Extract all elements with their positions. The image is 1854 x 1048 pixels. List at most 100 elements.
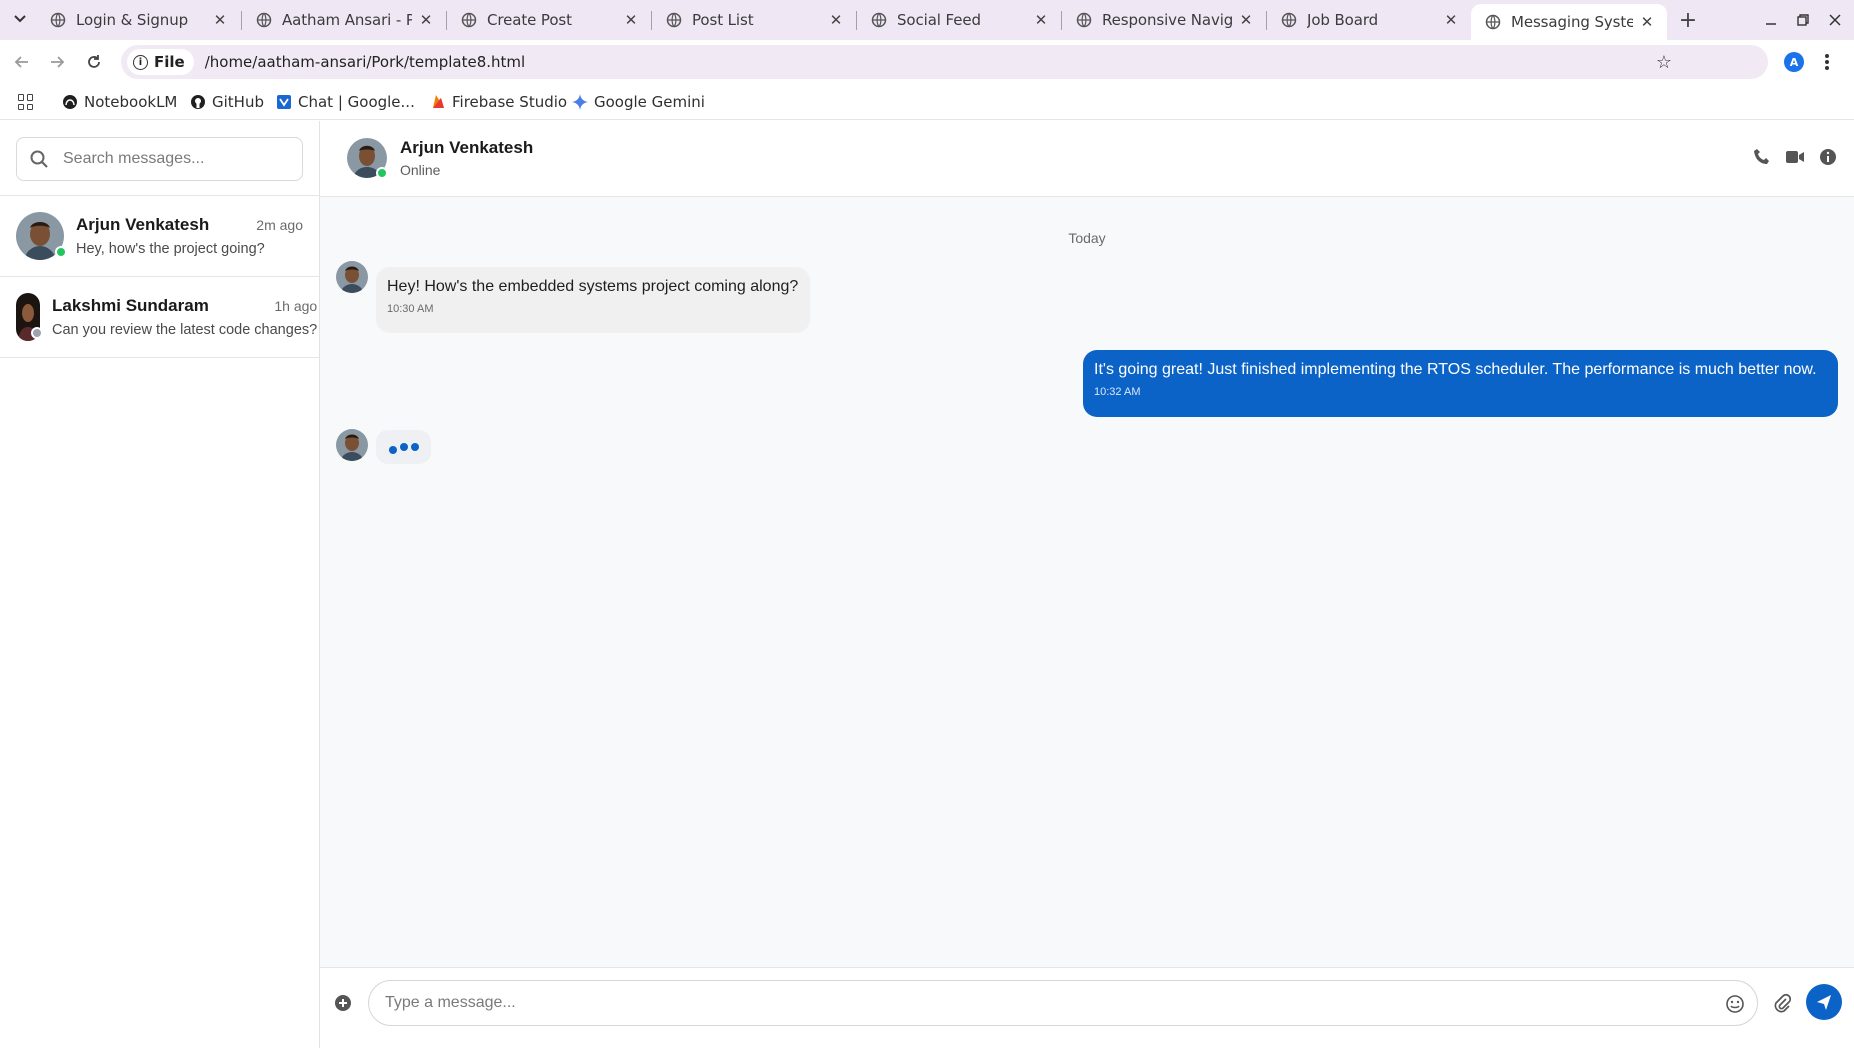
paperclip-icon[interactable] bbox=[1772, 993, 1792, 1013]
online-status-dot bbox=[376, 167, 388, 179]
chat-panel: Arjun Venkatesh Online Today Hey! How's … bbox=[320, 121, 1854, 1048]
browser-tab[interactable]: Aatham Ansari - Pro ✕ bbox=[242, 0, 446, 40]
conversation-time: 2m ago bbox=[256, 217, 303, 233]
tab-close-icon[interactable]: ✕ bbox=[418, 11, 434, 29]
incoming-message-bubble: Hey! How's the embedded systems project … bbox=[376, 267, 810, 333]
tab-close-icon[interactable]: ✕ bbox=[1033, 11, 1049, 29]
tab-close-icon[interactable]: ✕ bbox=[212, 11, 228, 29]
tab-close-icon[interactable]: ✕ bbox=[623, 11, 639, 29]
firebase-icon bbox=[430, 94, 446, 110]
tab-title: Post List bbox=[692, 11, 754, 29]
emoji-icon[interactable] bbox=[1725, 994, 1745, 1014]
bookmark-label: Chat | Google... bbox=[298, 93, 415, 111]
forward-arrow-icon[interactable] bbox=[45, 50, 69, 74]
restore-icon[interactable] bbox=[1791, 8, 1815, 32]
send-button[interactable] bbox=[1806, 984, 1842, 1020]
tab-close-icon[interactable]: ✕ bbox=[828, 11, 844, 29]
tab-title: Responsive Navigat bbox=[1102, 11, 1232, 29]
apps-grid-icon[interactable] bbox=[18, 94, 34, 110]
phone-call-icon[interactable] bbox=[1751, 146, 1773, 168]
tab-title: Social Feed bbox=[897, 11, 981, 29]
bookmark-gemini[interactable]: Google Gemini bbox=[572, 90, 705, 114]
tab-title: Job Board bbox=[1307, 11, 1379, 29]
browser-tab[interactable]: Login & Signup ✕ bbox=[36, 0, 240, 40]
site-info-chip[interactable]: i File bbox=[127, 49, 194, 75]
browser-tab[interactable]: Post List ✕ bbox=[652, 0, 856, 40]
bookmark-label: GitHub bbox=[212, 93, 264, 111]
tab-title: Login & Signup bbox=[76, 11, 189, 29]
bookmark-notebooklm[interactable]: NotebookLM bbox=[62, 90, 177, 114]
back-arrow-icon[interactable] bbox=[10, 50, 34, 74]
offline-status-dot bbox=[31, 327, 43, 339]
search-input[interactable] bbox=[63, 150, 283, 168]
day-separator: Today bbox=[1068, 230, 1106, 246]
conversation-body: Arjun Venkatesh 2m ago Hey, how's the pr… bbox=[76, 215, 319, 257]
browser-tab[interactable]: Social Feed ✕ bbox=[857, 0, 1061, 40]
globe-icon bbox=[256, 12, 272, 28]
conversation-preview: Hey, how's the project going? bbox=[76, 241, 265, 257]
add-circle-icon[interactable] bbox=[333, 993, 353, 1013]
url-text[interactable]: /home/aatham-ansari/Pork/template8.html bbox=[205, 53, 526, 71]
message-time: 10:32 AM bbox=[1094, 386, 1141, 398]
search-box[interactable] bbox=[16, 137, 303, 181]
browser-tab[interactable]: Create Post ✕ bbox=[447, 0, 651, 40]
conversation-item[interactable]: Arjun Venkatesh 2m ago Hey, how's the pr… bbox=[0, 196, 319, 277]
reload-icon[interactable] bbox=[82, 50, 106, 74]
bookmark-firebase[interactable]: Firebase Studio bbox=[430, 90, 567, 114]
send-icon bbox=[1817, 995, 1831, 1010]
browser-toolbar: i File /home/aatham-ansari/Pork/template… bbox=[0, 40, 1854, 84]
gemini-icon bbox=[572, 94, 588, 110]
conversation-time: 1h ago bbox=[274, 298, 318, 314]
info-icon[interactable] bbox=[1817, 146, 1839, 168]
chat-header: Arjun Venkatesh Online bbox=[320, 121, 1854, 197]
conversation-name: Lakshmi Sundaram bbox=[52, 296, 209, 315]
globe-icon bbox=[871, 12, 887, 28]
conversation-name: Arjun Venkatesh bbox=[76, 215, 210, 234]
tab-title: Create Post bbox=[487, 11, 572, 29]
browser-tab-active[interactable]: Messaging System ✕ bbox=[1471, 4, 1667, 40]
bookmark-label: Firebase Studio bbox=[452, 93, 568, 111]
bookmark-google-chat[interactable]: Chat | Google... bbox=[276, 90, 415, 114]
close-window-icon[interactable] bbox=[1823, 8, 1847, 32]
bookmark-github[interactable]: GitHub bbox=[190, 90, 264, 114]
profile-avatar[interactable]: A bbox=[1784, 52, 1804, 72]
tab-close-icon[interactable]: ✕ bbox=[1639, 13, 1655, 31]
message-text: It's going great! Just finished implemen… bbox=[1094, 361, 1817, 378]
bookmarks-bar: NotebookLM GitHub Chat | Google... Fireb… bbox=[0, 84, 1854, 120]
contact-name: Arjun Venkatesh bbox=[400, 138, 534, 157]
tab-close-icon[interactable]: ✕ bbox=[1443, 11, 1459, 29]
browser-tabstrip: Login & Signup ✕ Aatham Ansari - Pro ✕ C… bbox=[0, 0, 1854, 40]
avatar bbox=[16, 212, 67, 260]
typing-indicator bbox=[376, 430, 431, 464]
outgoing-message-bubble: It's going great! Just finished implemen… bbox=[1083, 350, 1838, 417]
video-call-icon[interactable] bbox=[1784, 146, 1806, 168]
bookmark-star-icon[interactable]: ☆ bbox=[1656, 52, 1672, 73]
globe-icon bbox=[50, 12, 66, 28]
conversation-body: Lakshmi Sundaram 1h ago Can you review t… bbox=[52, 296, 333, 338]
browser-tab[interactable]: Responsive Navigat ✕ bbox=[1062, 0, 1266, 40]
tab-search-chevron-icon[interactable] bbox=[10, 9, 30, 29]
contact-status: Online bbox=[400, 162, 441, 178]
message-composer bbox=[320, 967, 1854, 1048]
message-time: 10:30 AM bbox=[387, 303, 434, 315]
google-chat-icon bbox=[276, 94, 292, 110]
message-input-wrapper[interactable] bbox=[368, 980, 1758, 1026]
tab-title: Aatham Ansari - Pro bbox=[282, 11, 412, 29]
tab-close-icon[interactable]: ✕ bbox=[1238, 11, 1254, 29]
globe-icon bbox=[1076, 12, 1092, 28]
sender-avatar bbox=[336, 429, 368, 461]
info-icon: i bbox=[133, 54, 148, 70]
message-text: Hey! How's the embedded systems project … bbox=[387, 278, 799, 295]
browser-tab[interactable]: Job Board ✕ bbox=[1267, 0, 1471, 40]
browser-menu-icon[interactable] bbox=[1822, 51, 1832, 73]
site-chip-label: File bbox=[154, 53, 185, 71]
search-icon bbox=[30, 150, 48, 168]
address-bar[interactable]: i File /home/aatham-ansari/Pork/template… bbox=[121, 45, 1768, 79]
minimize-icon[interactable] bbox=[1759, 8, 1783, 32]
new-tab-button[interactable]: + bbox=[1676, 8, 1700, 33]
notebooklm-icon bbox=[62, 94, 78, 110]
sender-avatar bbox=[336, 261, 368, 293]
bookmark-label: Google Gemini bbox=[594, 93, 705, 111]
conversation-item[interactable]: Lakshmi Sundaram 1h ago Can you review t… bbox=[0, 277, 319, 358]
message-input[interactable] bbox=[385, 994, 1685, 1012]
